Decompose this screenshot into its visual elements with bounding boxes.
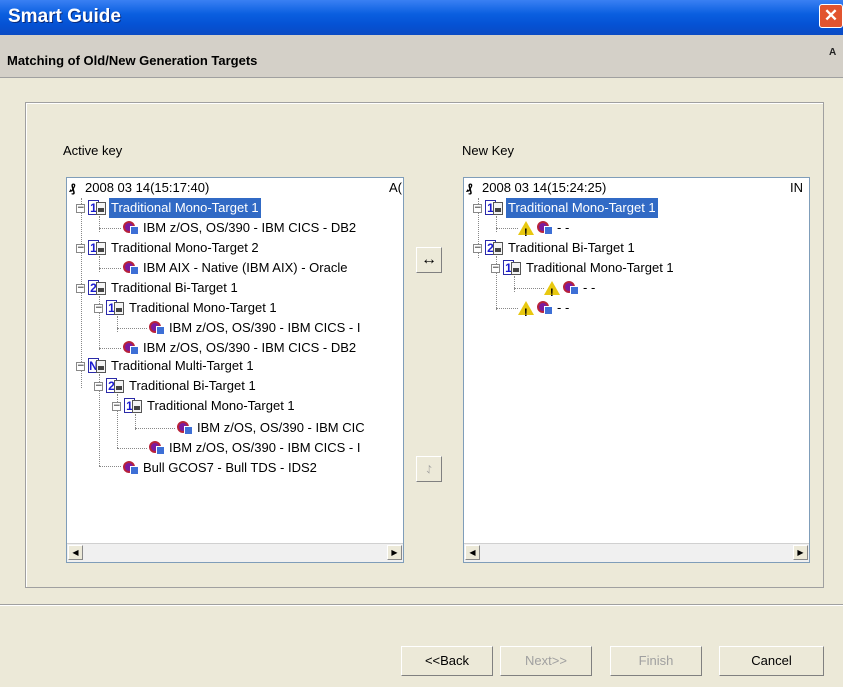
- platform-icon: [535, 299, 555, 317]
- platform-icon: [121, 339, 141, 357]
- platform-icon: [561, 279, 581, 297]
- collapse-icon[interactable]: −: [473, 243, 482, 253]
- collapse-icon[interactable]: −: [491, 263, 500, 273]
- collapse-icon[interactable]: −: [112, 401, 121, 411]
- warning-icon: [544, 280, 560, 303]
- back-button[interactable]: <<Back: [401, 646, 493, 676]
- tree-root-tail: A(: [389, 180, 402, 195]
- auto-match-button[interactable]: ⥌: [416, 456, 442, 482]
- platform-icon: [535, 219, 555, 237]
- mono-target-icon: 1: [104, 299, 126, 317]
- tree-item[interactable]: − 2 Traditional Bi-Target 1: [473, 238, 637, 258]
- tree-item[interactable]: IBM z/OS, OS/390 - IBM CICS - I: [147, 318, 362, 338]
- tree-item[interactable]: − 1 Traditional Mono-Target 1: [112, 396, 297, 416]
- collapse-icon[interactable]: −: [76, 361, 85, 371]
- collapse-icon[interactable]: −: [94, 303, 103, 313]
- collapse-icon[interactable]: −: [94, 381, 103, 391]
- finish-button[interactable]: Finish: [610, 646, 702, 676]
- active-key-tree[interactable]: ₰ 2008 03 14(15:17:40) A( − 1 Traditiona…: [66, 177, 404, 563]
- tree-item[interactable]: − 1 Traditional Mono-Target 1: [76, 198, 261, 218]
- mono-target-icon: 1: [122, 397, 144, 415]
- bi-target-icon: 2: [86, 279, 108, 297]
- platform-icon: [175, 419, 195, 437]
- collapse-icon[interactable]: −: [473, 203, 482, 213]
- tree-root[interactable]: ₰ 2008 03 14(15:17:40): [69, 178, 211, 198]
- tree-item[interactable]: - -: [518, 298, 571, 323]
- tree-item[interactable]: − 1 Traditional Mono-Target 1: [94, 298, 279, 318]
- next-button[interactable]: Next>>: [500, 646, 592, 676]
- close-button[interactable]: ✕: [819, 4, 843, 28]
- tree-item[interactable]: − 2 Traditional Bi-Target 1: [94, 376, 258, 396]
- scroll-left-icon[interactable]: ◀: [465, 545, 480, 560]
- scroll-right-icon[interactable]: ▶: [793, 545, 808, 560]
- tree-item[interactable]: IBM z/OS, OS/390 - IBM CIC: [175, 418, 367, 438]
- scroll-right-icon[interactable]: ▶: [387, 545, 402, 560]
- tree-item[interactable]: IBM z/OS, OS/390 - IBM CICS - I: [147, 438, 362, 458]
- scroll-left-icon[interactable]: ◀: [68, 545, 83, 560]
- tree-item[interactable]: IBM z/OS, OS/390 - IBM CICS - DB2: [121, 218, 358, 238]
- warning-icon: [518, 220, 534, 243]
- tree-root[interactable]: ₰ 2008 03 14(15:24:25): [466, 178, 608, 198]
- mono-target-icon: 1: [86, 239, 108, 257]
- collapse-icon[interactable]: −: [76, 283, 85, 293]
- bi-target-icon: 2: [104, 377, 126, 395]
- tree-item[interactable]: - -: [544, 278, 597, 303]
- mono-target-icon: 1: [86, 199, 108, 217]
- mono-target-icon: 1: [501, 259, 523, 277]
- tree-item[interactable]: − 1 Traditional Mono-Target 2: [76, 238, 261, 258]
- tree-item[interactable]: IBM z/OS, OS/390 - IBM CICS - DB2: [121, 338, 358, 358]
- tree-item[interactable]: − 1 Traditional Mono-Target 1: [473, 198, 658, 218]
- new-key-tree[interactable]: ₰ 2008 03 14(15:24:25) IN − 1 Traditiona…: [463, 177, 810, 563]
- new-key-label: New Key: [462, 143, 515, 158]
- key-icon: ₰: [466, 181, 473, 195]
- tree-item[interactable]: − N Traditional Multi-Target 1: [76, 356, 256, 376]
- collapse-icon[interactable]: −: [76, 203, 85, 213]
- horizontal-scrollbar[interactable]: ◀ ▶: [464, 543, 809, 562]
- tree-item[interactable]: Bull GCOS7 - Bull TDS - IDS2: [121, 458, 319, 478]
- collapse-icon[interactable]: −: [76, 243, 85, 253]
- tree-item[interactable]: IBM AIX - Native (IBM AIX) - Oracle: [121, 258, 349, 278]
- cancel-button[interactable]: Cancel: [719, 646, 824, 676]
- multi-target-icon: N: [86, 357, 108, 375]
- warning-icon: [518, 300, 534, 323]
- tree-item[interactable]: − 2 Traditional Bi-Target 1: [76, 278, 240, 298]
- window-title: Smart Guide: [8, 6, 121, 27]
- title-bar: Smart Guide ✕: [0, 0, 843, 35]
- footer-separator: [0, 604, 843, 606]
- tree-root-tail: IN: [790, 180, 803, 195]
- tree-item[interactable]: - -: [518, 218, 571, 243]
- bi-target-icon: 2: [483, 239, 505, 257]
- tree-item[interactable]: − 1 Traditional Mono-Target 1: [491, 258, 676, 278]
- platform-icon: [147, 439, 167, 457]
- step-header: Matching of Old/New Generation Targets A: [0, 35, 843, 78]
- platform-icon: [121, 219, 141, 237]
- horizontal-scrollbar[interactable]: ◀ ▶: [67, 543, 403, 562]
- step-title: Matching of Old/New Generation Targets: [7, 53, 258, 68]
- platform-icon: [121, 259, 141, 277]
- active-key-label: Active key: [63, 143, 123, 158]
- match-button[interactable]: ↔: [416, 247, 442, 273]
- platform-icon: [147, 319, 167, 337]
- platform-icon: [121, 459, 141, 477]
- key-icon: ₰: [69, 181, 76, 195]
- mono-target-icon: 1: [483, 199, 505, 217]
- key-icon: A: [829, 47, 837, 58]
